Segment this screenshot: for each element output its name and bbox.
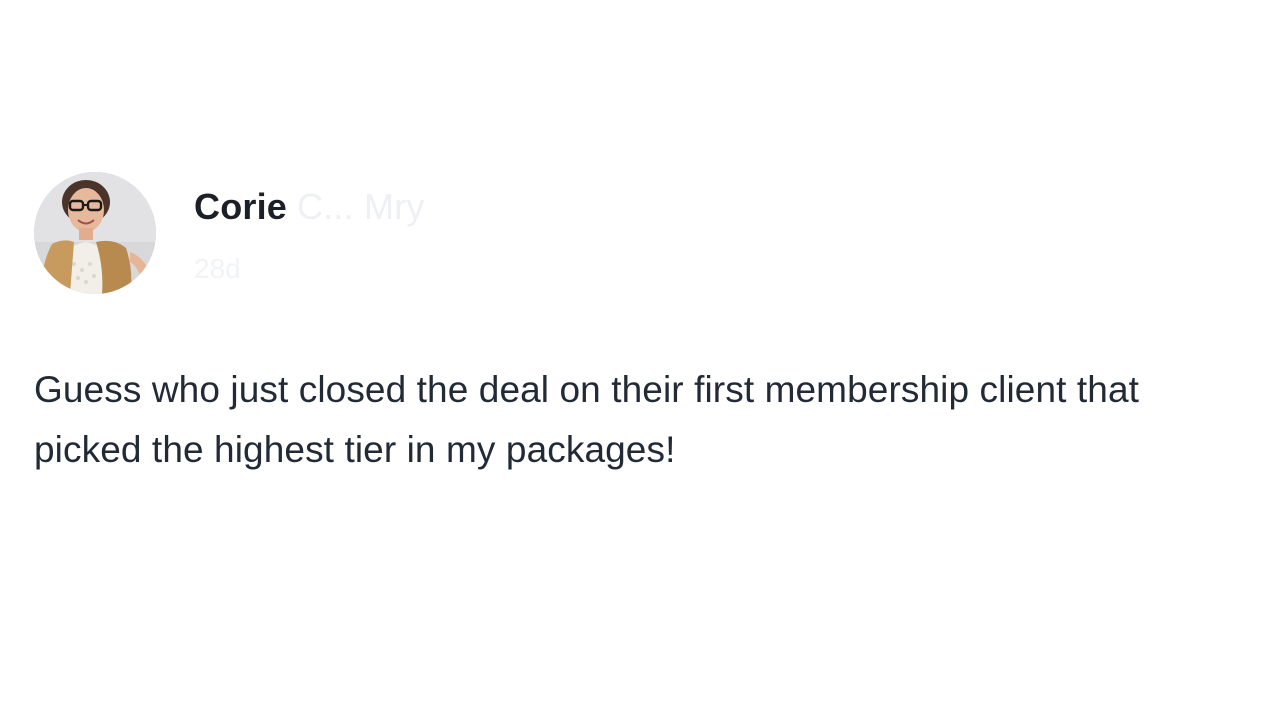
author-name[interactable]: Corie C... Mry (194, 186, 425, 228)
author-last-name: C... Mry (297, 186, 425, 227)
post-timestamp: 28d (194, 253, 241, 284)
author-first-name: Corie (194, 186, 288, 227)
post-body: Guess who just closed the deal on their … (34, 369, 1140, 470)
avatar[interactable] (34, 172, 156, 294)
post-card: Corie C... Mry 28d Guess who just closed … (0, 0, 1280, 720)
avatar-image (34, 172, 156, 294)
